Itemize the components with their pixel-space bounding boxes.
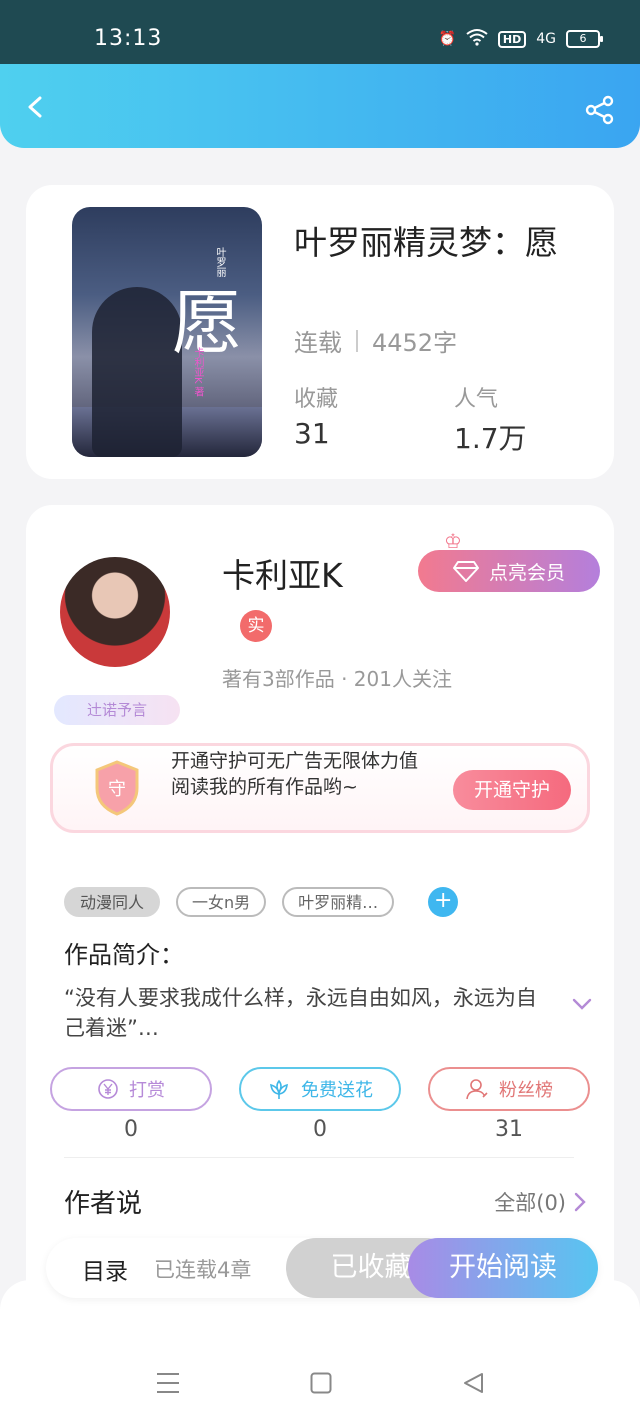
alarm-icon: ⏰ (438, 31, 456, 47)
fan-badge: 辻诺予言 (54, 695, 180, 725)
author-card: 辻诺予言 卡利亚K 实 著有3部作品 · 201人关注 ♔ 点亮会员 守 开通守… (26, 505, 614, 1305)
book-status: 连载 (294, 329, 342, 357)
vip-button[interactable]: 点亮会员 (418, 550, 600, 592)
reward-button[interactable]: 打赏 (50, 1067, 212, 1111)
diamond-icon (452, 561, 479, 582)
author-says-title: 作者说 (64, 1189, 143, 1219)
shield-icon: 守 (95, 760, 139, 816)
send-flower-button[interactable]: 免费送花 (239, 1067, 401, 1111)
toc-button[interactable]: 目录 (82, 1252, 128, 1286)
yen-icon (98, 1079, 118, 1099)
user-icon (466, 1079, 488, 1100)
action-counts: 0 0 31 (50, 1117, 590, 1142)
stat-label-popularity: 人气 (454, 387, 499, 412)
tag-list: 动漫同人 一女n男 叶罗丽精… + (64, 887, 459, 917)
stat-label-collect: 收藏 (294, 387, 339, 412)
vip-button-label: 点亮会员 (488, 561, 565, 584)
status-icons: ⏰ HD 4G 6 (438, 28, 603, 50)
reward-count: 0 (124, 1117, 138, 1142)
start-reading-button[interactable]: 开始阅读 (408, 1238, 598, 1298)
tag-item[interactable]: 一女n男 (176, 887, 267, 917)
chevron-right-icon (574, 1192, 586, 1212)
cover-author-text: 卡利亚K 著 (192, 347, 203, 397)
serial-status: 已连载4章 (154, 1258, 252, 1282)
fan-rank-label: 粉丝榜 (499, 1080, 553, 1101)
chevron-left-icon[interactable] (24, 96, 46, 118)
flower-icon (270, 1079, 288, 1099)
action-buttons: 打赏 免费送花 粉丝榜 (50, 1067, 590, 1111)
read-bar: 目录 已连载4章 已收藏 开始阅读 (46, 1238, 598, 1298)
book-cover[interactable]: 叶罗丽 愿 卡利亚K 著 (72, 207, 262, 457)
status-time: 13:13 (94, 26, 163, 51)
tag-item[interactable]: 叶罗丽精… (282, 887, 395, 917)
author-name[interactable]: 卡利亚K (222, 549, 343, 597)
all-link-label: 全部(0) (494, 1191, 566, 1215)
top-header (0, 64, 640, 148)
author-says-all-link[interactable]: 全部(0) (494, 1187, 586, 1217)
tag-item[interactable]: 动漫同人 (64, 887, 161, 917)
system-nav-bar (0, 1280, 640, 1422)
book-title: 叶罗丽精灵梦：愿 (294, 223, 558, 262)
add-tag-button[interactable]: + (428, 887, 459, 917)
reward-label: 打赏 (129, 1080, 165, 1101)
section-divider (64, 1157, 574, 1158)
book-info-card: 叶罗丽 愿 卡利亚K 著 叶罗丽精灵梦：愿 连载 4452字 收藏 31 人气 … (26, 185, 614, 479)
book-word-count: 4452字 (372, 329, 458, 357)
status-bar: 13:13 ⏰ HD 4G 6 (0, 0, 640, 64)
intro-text: “没有人要求我成什么样，永远自由如风，永远为自己着迷”… (64, 986, 537, 1040)
verified-badge: 实 (240, 610, 272, 642)
battery-icon: 6 (566, 30, 603, 48)
back-triangle-icon[interactable] (462, 1372, 484, 1394)
network-label: 4G (536, 31, 556, 47)
intro-label: 作品简介： (64, 941, 184, 969)
guard-promo: 守 开通守护可无广告无限体力值阅读我的所有作品哟~ 开通守护 (50, 743, 590, 833)
guard-text: 开通守护可无广告无限体力值阅读我的所有作品哟~ (171, 750, 419, 798)
home-icon[interactable] (310, 1372, 332, 1394)
stat-value-collect: 31 (294, 417, 330, 450)
share-icon[interactable] (584, 94, 616, 126)
send-flower-label: 免费送花 (301, 1080, 373, 1101)
author-avatar[interactable] (60, 557, 170, 667)
cover-title-char: 愿 (172, 282, 242, 364)
stat-value-popularity: 1.7万 (454, 422, 527, 455)
shield-char: 守 (108, 779, 126, 800)
menu-icon[interactable] (156, 1372, 180, 1394)
open-guard-button[interactable]: 开通守护 (453, 770, 571, 810)
hd-badge: HD (497, 30, 527, 48)
author-stats: 著有3部作品 · 201人关注 (222, 667, 452, 691)
fan-count: 31 (495, 1117, 523, 1142)
book-meta: 连载 4452字 (294, 323, 457, 358)
flower-count: 0 (313, 1117, 327, 1142)
cover-silhouette (92, 287, 182, 457)
wifi-icon (466, 28, 488, 50)
chevron-down-icon[interactable] (572, 997, 592, 1011)
meta-divider (356, 329, 358, 352)
fan-rank-button[interactable]: 粉丝榜 (428, 1067, 590, 1111)
